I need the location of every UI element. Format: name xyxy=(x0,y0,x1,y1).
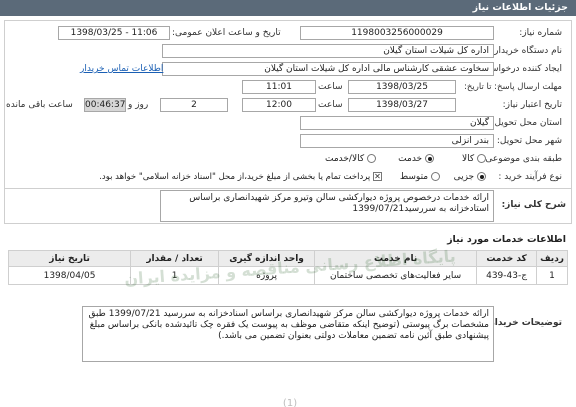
process-label: نوع فرآیند خرید : xyxy=(498,172,562,182)
footer-fragment: (1) xyxy=(282,398,298,407)
category-option-goods[interactable]: کالا xyxy=(462,154,486,164)
days-label: روز و xyxy=(128,100,149,110)
city-field[interactable]: بندر انزلی xyxy=(300,134,494,148)
validity-date-field[interactable]: 1398/03/27 xyxy=(348,98,456,112)
radio-icon xyxy=(477,154,486,163)
page-header: جزئیات اطلاعات نیاز xyxy=(0,0,576,16)
creator-field[interactable]: سخاوت عشقی کارشناس مالی اداره کل شیلات ا… xyxy=(162,62,494,76)
announce-field[interactable]: 1398/03/25 - 11:06 xyxy=(58,26,170,40)
treasury-payment-checkbox[interactable]: ✕ پرداخت تمام یا بخشی از مبلغ خرید،از مح… xyxy=(99,172,382,182)
category-option-service[interactable]: خدمت xyxy=(398,154,434,164)
radio-selected-icon xyxy=(477,172,486,181)
buyer-notes-label: توضیحات خریدار: xyxy=(486,318,562,328)
remaining-time-field: 00:46:37 xyxy=(84,98,126,112)
buyer-field[interactable]: اداره کل شیلات استان گیلان xyxy=(162,44,494,58)
cell-need-date: 1398/04/05 xyxy=(7,266,132,285)
radio-icon xyxy=(431,172,440,181)
cell-row-no: 1 xyxy=(536,266,568,285)
days-field[interactable]: 2 xyxy=(160,98,228,112)
category-option-goods-service[interactable]: کالا/خدمت xyxy=(325,154,376,164)
category-label: طبقه بندی موضوعی: xyxy=(482,154,562,164)
send-date-field[interactable]: 1398/03/25 xyxy=(348,80,456,94)
send-deadline-label: مهلت ارسال پاسخ: تا تاریخ: xyxy=(464,82,562,92)
col-row-no: ردیف xyxy=(536,250,568,267)
radio-icon xyxy=(367,154,376,163)
cell-service-code: ج-43-439 xyxy=(476,266,538,285)
province-field[interactable]: گیلان xyxy=(300,116,494,130)
checkbox-checked-icon: ✕ xyxy=(373,172,382,181)
validity-time-label: ساعت xyxy=(318,100,343,110)
city-label: شهر محل تحویل: xyxy=(496,136,562,146)
announce-label: تاریخ و ساعت اعلان عمومی: xyxy=(172,28,281,38)
buyer-label: نام دستگاه خریدار: xyxy=(491,46,562,56)
validity-label: تاریخ اعتبار نیاز: xyxy=(502,100,562,110)
services-section-title: اطلاعات خدمات مورد نیاز xyxy=(447,234,566,245)
buyer-notes-text: ارائه خدمات پروژه دیوارکشی سالن مرکز شهی… xyxy=(82,306,494,362)
remaining-label: ساعت باقی مانده xyxy=(6,100,73,110)
need-number-field[interactable]: 1198003256000029 xyxy=(300,26,494,40)
validity-time-field[interactable]: 12:00 xyxy=(242,98,316,112)
general-desc-text: ارائه خدمات درخصوص پروژه دیوارکشی سالن و… xyxy=(160,190,494,222)
page-title: جزئیات اطلاعات نیاز xyxy=(472,2,568,13)
col-service-code: کد خدمت xyxy=(476,250,538,267)
buyer-contact-link[interactable]: اطلاعات تماس خریدار xyxy=(80,64,163,74)
process-option-medium[interactable]: متوسط xyxy=(400,172,440,182)
province-label: استان محل تحویل: xyxy=(491,118,562,128)
need-number-label: شماره نیاز: xyxy=(519,28,562,38)
col-need-date: تاریخ نیاز xyxy=(7,250,132,267)
radio-selected-icon xyxy=(425,154,434,163)
send-time-field[interactable]: 11:01 xyxy=(242,80,316,94)
process-option-minor[interactable]: جزیی xyxy=(454,172,486,182)
general-desc-label: شرح کلی نیاز: xyxy=(501,200,566,210)
send-time-label: ساعت xyxy=(318,82,343,92)
